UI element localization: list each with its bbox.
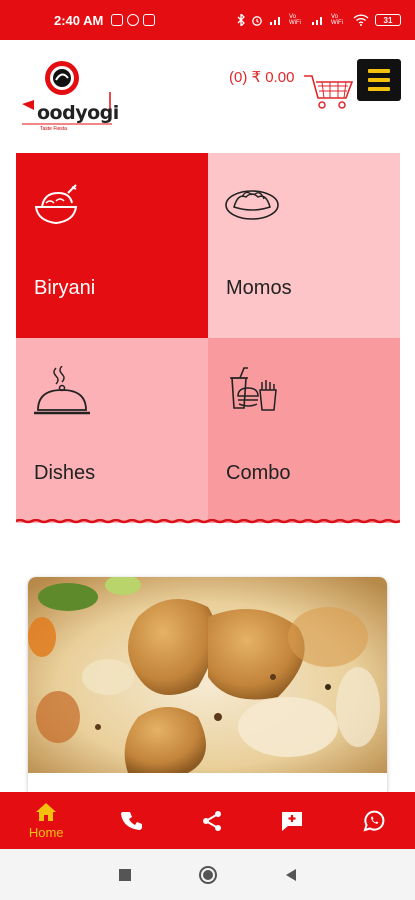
notification-icon	[143, 14, 156, 26]
wifi-icon	[353, 14, 369, 26]
network-label: Vo WiFi	[289, 14, 301, 26]
category-label: Combo	[226, 462, 291, 484]
cart-total[interactable]: (0) ₹ 0.00	[229, 68, 294, 86]
recent-apps-icon[interactable]	[118, 868, 132, 882]
menu-bar	[368, 78, 390, 82]
nav-call[interactable]	[121, 810, 143, 832]
biryani-chicken-icon	[34, 184, 78, 225]
foodyogi-logo[interactable]: oodyogi Taste Fiesta	[22, 58, 119, 132]
nav-share[interactable]	[201, 810, 223, 832]
biryani-photo	[28, 577, 387, 773]
cart-icon[interactable]	[302, 72, 354, 110]
network-label: Vo WiFi	[331, 14, 343, 26]
momos-icon	[225, 190, 279, 220]
category-tile-momos[interactable]: Momos	[208, 153, 400, 338]
nav-whatsapp[interactable]	[362, 809, 386, 833]
notification-icon	[111, 14, 124, 26]
nav-home[interactable]: Home	[29, 802, 64, 840]
category-tile-dishes[interactable]: Dishes	[16, 338, 208, 523]
category-label: Biryani	[34, 277, 96, 299]
logo-text: oodyogi	[37, 102, 119, 124]
category-label: Dishes	[34, 462, 96, 484]
nav-feedback[interactable]	[280, 810, 304, 832]
category-tile-combo[interactable]: Combo	[208, 338, 400, 523]
menu-bar	[368, 69, 390, 73]
hamburger-menu-button[interactable]	[357, 59, 401, 101]
share-icon	[202, 810, 221, 831]
app-header: oodyogi Taste Fiesta (0) ₹ 0.00	[0, 40, 415, 145]
cloche-icon	[34, 366, 90, 415]
whatsapp-icon	[363, 810, 385, 831]
phone-icon	[121, 811, 143, 830]
grid-bottom-edge	[16, 519, 400, 524]
bottom-navigation: Home	[0, 792, 415, 849]
bluetooth-icon	[237, 14, 245, 26]
combo-icon	[230, 367, 277, 411]
home-circle-icon[interactable]	[198, 865, 218, 885]
system-navigation-bar	[0, 849, 415, 900]
category-tile-biryani[interactable]: Biryani	[16, 153, 208, 338]
notification-icon	[127, 14, 140, 26]
signal-icon	[312, 17, 322, 25]
status-time: 2:40 AM	[54, 12, 104, 28]
nav-home-label: Home	[28, 824, 64, 840]
logo-tagline: Taste Fiesta	[40, 126, 67, 132]
category-grid: Biryani Momos Dishes Combo	[16, 153, 400, 525]
signal-icon	[270, 17, 280, 25]
featured-biryani-card[interactable]	[28, 577, 387, 797]
back-icon[interactable]	[284, 868, 298, 882]
battery-indicator: 31	[375, 14, 401, 26]
status-notification-icons	[111, 14, 156, 26]
alarm-icon	[252, 16, 262, 26]
feedback-icon	[282, 811, 303, 831]
status-system-icons: Vo WiFi Vo WiFi 31	[237, 14, 401, 26]
status-bar: 2:40 AM Vo WiFi Vo WiFi 31	[0, 0, 415, 40]
category-label: Momos	[226, 277, 292, 299]
home-icon	[36, 802, 57, 821]
menu-bar	[368, 87, 390, 91]
